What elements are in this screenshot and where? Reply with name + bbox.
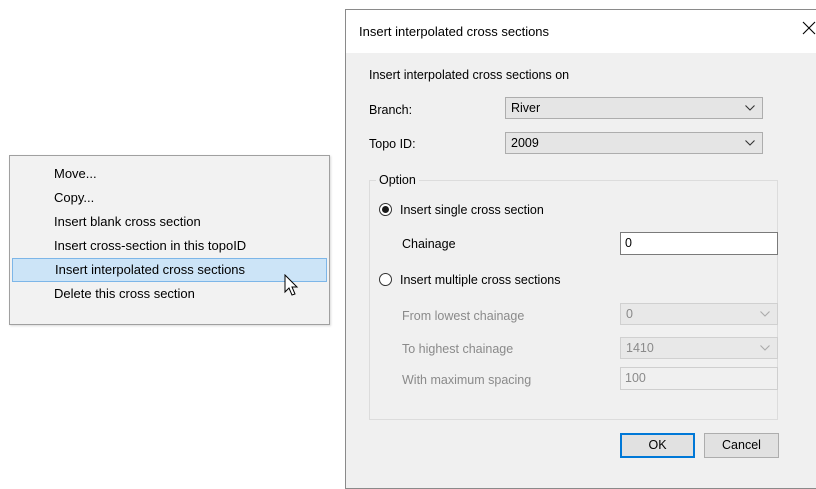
- dialog-title: Insert interpolated cross sections: [359, 24, 550, 39]
- topo-id-select[interactable]: 2009: [505, 132, 763, 154]
- max-spacing-value: 100: [625, 371, 646, 385]
- multiple-cross-sections-label[interactable]: Insert multiple cross sections: [400, 273, 560, 287]
- max-spacing-label: With maximum spacing: [402, 373, 532, 387]
- insert-interpolated-dialog: Insert interpolated cross sections Inser…: [345, 9, 816, 489]
- max-spacing-input[interactable]: 100: [620, 367, 778, 390]
- chevron-down-icon: [760, 345, 770, 351]
- to-highest-chainage-label: To highest chainage: [402, 342, 514, 356]
- close-icon[interactable]: [802, 21, 816, 35]
- from-lowest-chainage-label: From lowest chainage: [402, 309, 525, 323]
- chevron-down-icon: [745, 105, 755, 111]
- cancel-button[interactable]: Cancel: [704, 433, 779, 458]
- radio-selected-dot: [382, 206, 389, 213]
- branch-value: River: [511, 101, 541, 115]
- branch-select[interactable]: River: [505, 97, 763, 119]
- single-cross-section-label[interactable]: Insert single cross section: [400, 203, 544, 217]
- ok-button[interactable]: OK: [620, 433, 695, 458]
- option-group-legend: Option: [376, 173, 419, 187]
- to-highest-chainage-value: 1410: [626, 341, 654, 355]
- dialog-heading: Insert interpolated cross sections on: [369, 68, 570, 82]
- to-highest-chainage-select[interactable]: 1410: [620, 337, 778, 359]
- topo-id-label: Topo ID:: [369, 137, 416, 151]
- multiple-cross-sections-radio[interactable]: [379, 273, 392, 286]
- chevron-down-icon: [745, 140, 755, 146]
- context-menu: Move... Copy... Insert blank cross secti…: [9, 155, 330, 325]
- menu-item-delete[interactable]: Delete this cross section: [12, 282, 327, 306]
- menu-item-insert-blank[interactable]: Insert blank cross section: [12, 210, 327, 234]
- from-lowest-chainage-value: 0: [626, 307, 633, 321]
- from-lowest-chainage-select[interactable]: 0: [620, 303, 778, 325]
- branch-label: Branch:: [369, 103, 413, 117]
- mouse-cursor-icon: [284, 274, 299, 296]
- menu-item-insert-interpolated[interactable]: Insert interpolated cross sections: [12, 258, 327, 282]
- dialog-titlebar: Insert interpolated cross sections: [346, 10, 816, 53]
- chevron-down-icon: [760, 311, 770, 317]
- chainage-value: 0: [625, 236, 632, 250]
- menu-item-insert-cross-section-topoid[interactable]: Insert cross-section in this topoID: [12, 234, 327, 258]
- topo-id-value: 2009: [511, 136, 539, 150]
- single-cross-section-radio[interactable]: [379, 203, 392, 216]
- chainage-label: Chainage: [402, 237, 456, 251]
- chainage-input[interactable]: 0: [620, 232, 778, 255]
- menu-item-copy[interactable]: Copy...: [12, 186, 327, 210]
- menu-item-move[interactable]: Move...: [12, 162, 327, 186]
